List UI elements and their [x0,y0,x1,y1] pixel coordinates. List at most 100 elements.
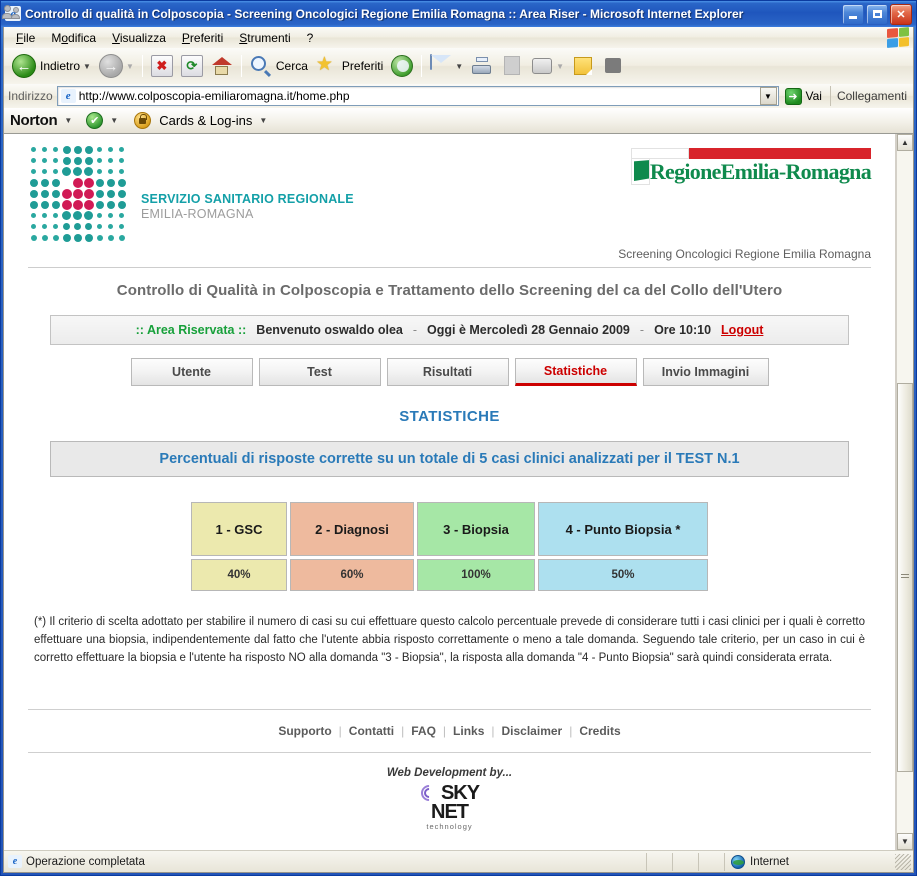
close-button[interactable]: ✕ [890,3,912,25]
statistics-table-container: 1 - GSC 2 - Diagnosi 3 - Biopsia 4 - Pun… [4,499,895,594]
footer-link-faq[interactable]: FAQ [411,724,436,738]
menu-item-strumenti[interactable]: Strumenti [231,29,298,47]
forward-arrow-icon: → [98,54,123,78]
footer-link-credits[interactable]: Credits [579,724,620,738]
address-dropdown-icon[interactable]: ▼ [759,87,777,105]
research-button[interactable] [598,51,628,81]
table-value-row: 40% 60% 100% 50% [191,559,708,591]
scroll-up-button[interactable]: ▲ [897,134,913,151]
logout-link[interactable]: Logout [721,323,763,337]
value-gsc: 40% [191,559,287,591]
column-header-biopsia: 3 - Biopsia [417,502,535,556]
messenger-button[interactable] [2,5,636,81]
history-icon [391,55,414,77]
favorites-button[interactable]: ★ Preferiti [312,51,387,81]
tab-risultati[interactable]: Risultati [386,358,509,386]
scrollbar-thumb[interactable] [897,382,913,772]
status-message: e Operazione completata [4,852,647,871]
servizio-sanitario-logo: SERVIZIO SANITARIO REGIONALE EMILIA-ROMA… [28,144,354,243]
status-pane-1 [647,852,673,871]
status-page-icon: e [8,855,22,868]
windows-flag-icon [887,27,909,48]
menu-item-file[interactable]: FFileile [8,29,43,47]
stop-button[interactable]: ✖ [147,51,177,81]
forward-button[interactable]: → ▼ [95,51,138,81]
mail-icon [430,54,452,77]
menu-item-preferiti[interactable]: Preferiti [174,29,231,47]
forward-dropdown-icon[interactable]: ▼ [126,62,134,71]
address-bar: Indirizzo e http://www.colposcopia-emili… [4,84,913,108]
footer-links: Supporto | Contatti | FAQ | Links | Disc… [278,724,621,739]
norton-cards-dropdown-icon[interactable]: ▼ [259,116,267,125]
norton-cards-label[interactable]: Cards & Log-ins [159,113,252,128]
print-button[interactable] [467,51,497,81]
tab-test[interactable]: Test [258,358,381,386]
back-arrow-icon: ← [12,54,36,78]
main-navigation-tabs: Utente Test Risultati Statistiche Invio … [4,358,895,386]
norton-dropdown-icon[interactable]: ▼ [64,116,72,125]
mail-dropdown-icon[interactable]: ▼ [455,62,463,71]
client-area: FFileile Modifica Visualizza Preferiti S… [2,5,914,873]
region-wordmark: RegioneEmilia-Romagna [649,159,872,184]
address-input[interactable]: e http://www.colposcopia-emiliaromagna.i… [56,86,779,106]
menu-item-modifica[interactable]: Modifica [43,29,104,47]
web-development-label: Web Development by... [386,767,513,780]
security-zone[interactable]: Internet [725,854,895,869]
tab-statistiche[interactable]: Statistiche [514,358,637,386]
footer-link-links[interactable]: Links [453,724,484,738]
norton-status-dropdown-icon[interactable]: ▼ [110,116,118,125]
links-toolbar-label[interactable]: Collegamenti [829,86,913,106]
discuss-dropdown-icon[interactable]: ▼ [556,62,564,71]
home-button[interactable] [207,51,237,81]
printer-icon [471,55,493,77]
footer-divider-bottom [28,752,871,754]
tab-utente[interactable]: Utente [130,358,253,386]
scrollbar-track[interactable] [897,151,913,833]
current-date-label: Oggi è Mercoledì 28 Gennaio 2009 [427,323,630,337]
title-bar: e Controllo di qualità in Colposcopia - … [1,1,916,27]
skynet-logo[interactable]: SKY NET technology [4,782,895,831]
address-url-text: http://www.colposcopia-emiliaromagna.it/… [78,89,350,103]
footer-link-supporto[interactable]: Supporto [278,724,331,738]
search-button[interactable]: Cerca [246,51,312,81]
discuss-button[interactable]: ▼ [527,51,568,81]
tab-invio-immagini[interactable]: Invio Immagini [642,358,769,386]
vertical-scrollbar[interactable]: ▲ ▼ [896,134,913,850]
resize-grip[interactable] [895,853,911,870]
value-punto-biopsia: 50% [538,559,708,591]
ssr-wordmark: SERVIZIO SANITARIO REGIONALE EMILIA-ROMA… [141,192,354,221]
regione-emilia-romagna-logo: RegioneEmilia-Romagna [631,148,872,185]
go-button[interactable]: ➜ Vai [779,85,828,107]
footer-link-contatti[interactable]: Contatti [349,724,394,738]
table-header-row: 1 - GSC 2 - Diagnosi 3 - Biopsia 4 - Pun… [191,502,708,556]
history-button[interactable] [387,51,417,81]
current-time-label: Ore 10:10 [654,323,712,337]
mail-button[interactable]: ▼ [426,51,467,81]
menu-item-visualizza[interactable]: Visualizza [104,29,174,47]
menu-item-help[interactable]: ? [299,29,322,47]
refresh-button[interactable]: ⟳ [177,51,207,81]
back-dropdown-icon[interactable]: ▼ [83,62,91,71]
discuss-icon [531,55,553,77]
minimize-button[interactable] [842,3,864,25]
statistics-subtitle: Percentuali di risposte corrette su un t… [50,441,849,477]
ssr-line-2: EMILIA-ROMAGNA [141,207,254,221]
footnote-text: (*) Il criterio di scelta adottato per s… [34,616,865,664]
scroll-down-button[interactable]: ▼ [897,833,913,850]
back-button[interactable]: ← Indietro ▼ [8,51,95,81]
maximize-button[interactable] [866,3,888,25]
greeting-label: Benvenuto oswaldo olea [256,323,403,337]
norton-status-check-icon[interactable]: ✔ [86,112,104,129]
separator-1: - [412,323,418,337]
lock-icon [134,112,152,129]
dot-grid-icon [28,144,127,243]
star-icon: ★ [315,54,333,75]
footer-link-disclaimer[interactable]: Disclaimer [502,724,563,738]
note-icon [572,55,594,77]
edit-button[interactable] [497,51,527,81]
navigation-toolbar: ← Indietro ▼ → ▼ ✖ ⟳ Cerca ★ Preferiti ▼… [2,5,913,84]
status-pane-3 [699,852,725,871]
toolbar-separator [141,55,143,77]
ssr-line-1: SERVIZIO SANITARIO REGIONALE [141,192,354,206]
notes-button[interactable] [568,51,598,81]
